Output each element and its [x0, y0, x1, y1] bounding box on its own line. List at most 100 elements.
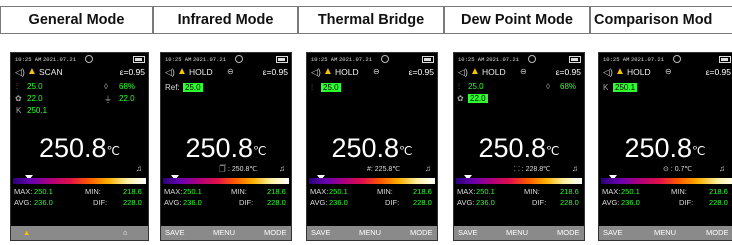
- bottom-bar: ▲ ⌂: [11, 226, 148, 240]
- dew-icon: ✿: [15, 94, 22, 103]
- warning-icon[interactable]: ▲: [23, 228, 30, 237]
- panel-infrared: Infrared Mode 10:25 AM 2021.07.21 ◁) ▲ H…: [153, 0, 298, 245]
- softkey-bar: SAVE MENU MODE: [307, 226, 437, 240]
- mode-softkey[interactable]: MODE: [557, 228, 580, 237]
- color-palette-bar: [163, 178, 289, 184]
- battery-icon: [719, 56, 731, 63]
- main-reading: 250.8℃: [38, 133, 121, 163]
- save-softkey[interactable]: SAVE: [603, 228, 622, 237]
- dew-icon: ✿: [457, 94, 464, 103]
- panel-comparison: Comparison Mod 10:25 AM 2021.07.21 ◁) ▲ …: [590, 0, 732, 245]
- status-bar: 10:25 AM 2021.07.21: [165, 55, 288, 65]
- panel-general: General Mode 10:25 AM 2021.07.21 ◁) ▲ SC…: [0, 0, 153, 245]
- main-reading: 250.8℃: [478, 133, 560, 163]
- dif-label: DIF:: [93, 198, 108, 207]
- probe-temp: 25.0: [321, 83, 341, 92]
- thermometer-icon: ⫶: [16, 82, 18, 91]
- k-temp: 250.1: [27, 106, 48, 115]
- emissivity: ε=0.95: [119, 67, 145, 77]
- header-dew-point-mode: Dew Point Mode: [444, 6, 590, 34]
- thermometer-icon: ⫶: [311, 83, 313, 92]
- bell-icon: ♫: [136, 164, 142, 173]
- status-bar: 10:25 AM 2021.07.21: [458, 55, 581, 65]
- home-icon[interactable]: ⌂: [123, 228, 128, 237]
- mode-softkey[interactable]: MODE: [706, 228, 729, 237]
- main-reading: 250.8℃: [185, 133, 267, 163]
- device-screen-thermal: 10:25 AM 2021.07.21 ◁) ▲ HOLD ⊖ ε=0.95 ⫶…: [306, 52, 438, 241]
- save-softkey[interactable]: SAVE: [311, 228, 330, 237]
- device-screen-dewpoint: 10:25 AM 2021.07.21 ◁) ▲ HOLD ⊖ ε=0.95 ⫶…: [453, 52, 585, 241]
- color-palette-bar: [13, 178, 146, 184]
- thermometer-icon: ⫶: [458, 82, 460, 91]
- main-reading: 250.8℃: [624, 133, 706, 163]
- save-softkey[interactable]: SAVE: [165, 228, 184, 237]
- battery-icon: [569, 56, 581, 63]
- device-screen-infrared: 10:25 AM 2021.07.21 ◁) ▲ HOLD ⊖ ε=0.95 R…: [160, 52, 292, 241]
- k-temp: 250.1: [613, 83, 638, 92]
- clock-icon: [235, 55, 243, 63]
- wet-bulb-icon: ⏚: [104, 95, 112, 104]
- dew-temp: 22.0: [27, 94, 43, 103]
- clock-icon: [381, 55, 389, 63]
- speaker-icon: ◁): [15, 67, 25, 77]
- bell-icon: ♫: [719, 164, 725, 173]
- min-value: 218.6: [123, 187, 142, 196]
- min-label: MIN:: [85, 187, 101, 196]
- device-screen-general: 10:25 AM 2021.07.21 ◁) ▲ SCAN ε=0.95 ⫶ 2…: [10, 52, 149, 241]
- header-infrared-mode: Infrared Mode: [153, 6, 298, 34]
- softkey-bar: SAVE MENU MODE: [161, 226, 291, 240]
- time: 10:25 AM: [15, 56, 42, 63]
- humidity: 68%: [560, 82, 577, 91]
- panel-dew-point: Dew Point Mode 10:25 AM 2021.07.21 ◁) ▲ …: [444, 0, 590, 245]
- warning-icon: ▲: [615, 66, 625, 77]
- warning-icon: ▲: [323, 66, 333, 77]
- status-bar: 10:25 AM 2021.07.21: [15, 55, 145, 65]
- droplet-icon: ◊: [104, 82, 108, 91]
- battery-icon: [276, 56, 288, 63]
- mode-softkey[interactable]: MODE: [264, 228, 287, 237]
- k-type-icon: K: [16, 106, 22, 115]
- main-reading: 250.8℃: [331, 133, 413, 163]
- clock-icon: [85, 55, 93, 63]
- k-type-icon: K: [603, 83, 609, 92]
- warning-icon: ▲: [177, 66, 187, 77]
- menu-softkey[interactable]: MENU: [359, 228, 381, 237]
- device-screen-comparison: 10:25 AM 2021.07.21 ◁) ▲ HOLD ⊖ ε=0.95 K…: [598, 52, 732, 241]
- color-palette-bar: [309, 178, 435, 184]
- menu-softkey[interactable]: MENU: [213, 228, 235, 237]
- mode-row: ◁) ▲ HOLD ⊖ ε=0.95: [603, 66, 731, 77]
- speaker-icon: ◁): [165, 67, 175, 77]
- mode-row: ◁) ▲ SCAN ε=0.95: [15, 66, 145, 79]
- softkey-bar: SAVE MENU MODE: [454, 226, 584, 240]
- mode-row: ◁) ▲ HOLD ⊖ ε=0.95: [165, 66, 288, 77]
- ref-label: Ref:: [165, 83, 180, 92]
- probe-temp: 25.0: [468, 82, 484, 91]
- mode-row: ◁) ▲ HOLD ⊖ ε=0.95: [311, 66, 434, 77]
- header-comparison-mode: Comparison Mod: [590, 6, 732, 34]
- status-bar: 10:25 AM 2021.07.21: [311, 55, 434, 65]
- lock-icon: ⊖: [665, 67, 672, 76]
- date: 2021.07.21: [43, 56, 77, 63]
- save-softkey[interactable]: SAVE: [458, 228, 477, 237]
- wet-bulb-temp: 22.0: [119, 94, 135, 103]
- bell-icon: ♫: [279, 164, 285, 173]
- thermal-sub-reading: #: 225.8℃: [367, 166, 401, 173]
- speaker-icon: ◁): [603, 67, 613, 77]
- battery-icon: [133, 56, 145, 63]
- infrared-sub-reading: 🗍 : 250.8℃: [219, 166, 258, 173]
- warning-icon: ▲: [27, 66, 37, 77]
- menu-softkey[interactable]: MENU: [506, 228, 528, 237]
- humidity: 68%: [119, 82, 136, 91]
- mode-softkey[interactable]: MODE: [410, 228, 433, 237]
- lock-icon: ⊖: [227, 67, 234, 76]
- color-palette-bar: [601, 178, 732, 184]
- softkey-bar: SAVE MENU MODE: [599, 226, 732, 240]
- color-palette-bar: [456, 178, 582, 184]
- dif-value: 228.0: [123, 198, 142, 207]
- warning-icon: ▲: [470, 66, 480, 77]
- avg-label: AVG:: [14, 198, 32, 207]
- avg-value: 236.0: [34, 198, 53, 207]
- comparison-sub-reading: ⊙ : 0.7℃: [663, 166, 693, 173]
- menu-softkey[interactable]: MENU: [654, 228, 676, 237]
- status-bar: 10:25 AM 2021.07.21: [603, 55, 731, 65]
